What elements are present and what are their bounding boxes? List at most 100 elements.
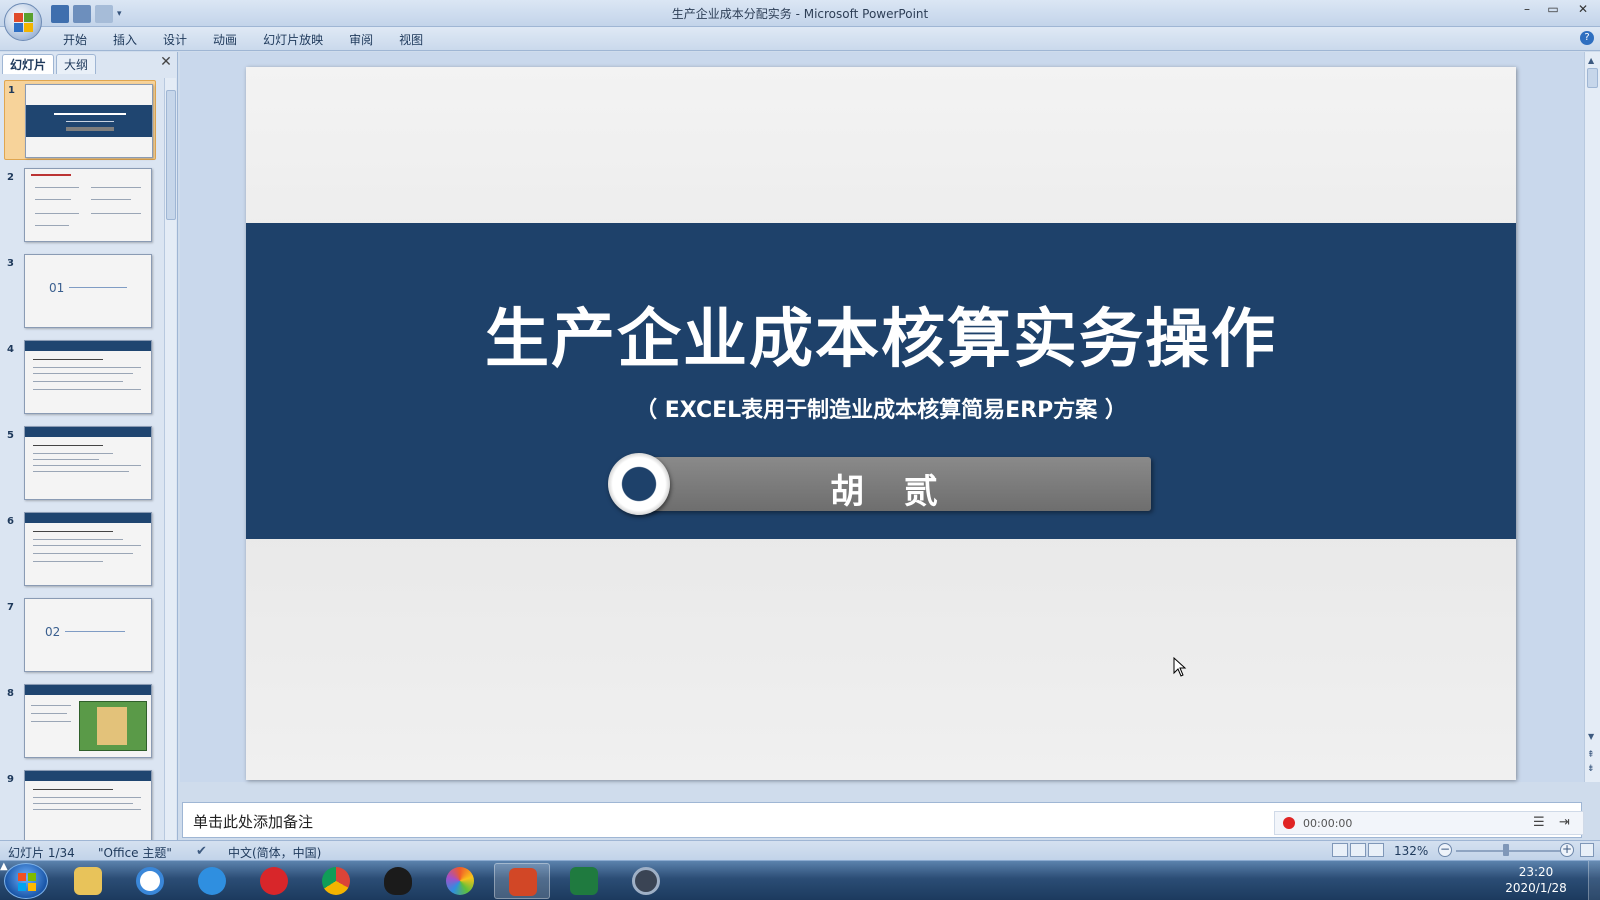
slide-thumbnail-1[interactable]: 1	[4, 80, 156, 160]
screen-recorder-widget: 00:00:00 ☰ ⇥	[1274, 811, 1584, 835]
next-slide-icon[interactable]: ⇟	[1587, 764, 1595, 774]
tab-insert[interactable]: 插入	[100, 31, 150, 49]
mouse-cursor-icon	[1173, 657, 1187, 677]
zoom-out-icon[interactable]: −	[1438, 843, 1452, 857]
clock-date: 2020/1/28	[1505, 881, 1567, 895]
slide-subtitle[interactable]: （ EXCEL表用于制造业成本核算简易ERP方案 ）	[246, 392, 1516, 424]
thumbnail-preview	[24, 426, 152, 500]
thumbnail-number: 1	[8, 85, 15, 96]
help-icon[interactable]: ?	[1580, 31, 1594, 45]
tab-view[interactable]: 视图	[386, 31, 436, 49]
slides-panel: 幻灯片 大纲 ✕ 1 2 3 01 4 5 6 7 02 8 9	[0, 52, 178, 840]
minimize-button[interactable]: –	[1514, 0, 1540, 20]
slide-canvas[interactable]: 生产企业成本核算实务操作 （ EXCEL表用于制造业成本核算简易ERP方案 ） …	[246, 67, 1516, 780]
thumbnail-preview: 01	[24, 254, 152, 328]
zoom-slider-handle[interactable]	[1503, 844, 1509, 856]
slideshow-view-icon[interactable]	[1368, 843, 1384, 857]
chat-icon	[198, 867, 226, 895]
scroll-down-icon[interactable]: ▼	[1588, 732, 1594, 741]
normal-view-icon[interactable]	[1332, 843, 1348, 857]
scroll-thumb[interactable]	[166, 90, 176, 220]
thumbnail-preview: 02	[24, 598, 152, 672]
show-desktop-button[interactable]	[1588, 861, 1600, 900]
thumbnail-preview	[24, 770, 152, 840]
slide-counter: 幻灯片 1/34	[8, 846, 75, 860]
taskbar-chrome[interactable]	[308, 863, 364, 899]
tab-slideshow[interactable]: 幻灯片放映	[250, 31, 336, 49]
close-button[interactable]: ✕	[1566, 0, 1600, 20]
ribbon-tabs: 开始 插入 设计 动画 幻灯片放映 审阅 视图	[50, 31, 436, 49]
taskbar-clock[interactable]: 23:20 2020/1/28	[1500, 864, 1572, 896]
thumbnail-section-number: 02	[45, 625, 61, 639]
view-buttons	[1332, 843, 1384, 857]
record-icon[interactable]	[1283, 817, 1295, 829]
tab-home[interactable]: 开始	[50, 31, 100, 49]
slide-thumbnail-9[interactable]: 9	[4, 770, 156, 840]
window-title: 生产企业成本分配实务 - Microsoft PowerPoint	[671, 7, 929, 21]
slide-thumbnail-6[interactable]: 6	[4, 512, 156, 592]
panel-close-icon[interactable]: ✕	[159, 54, 173, 70]
office-logo-icon	[14, 13, 34, 33]
thumbnail-preview	[24, 340, 152, 414]
theme-name: "Office 主题"	[98, 846, 172, 860]
slide-thumbnail-8[interactable]: 8	[4, 684, 156, 764]
taskbar-photos[interactable]	[122, 863, 178, 899]
slide-thumbnail-4[interactable]: 4	[4, 340, 156, 420]
taskbar-excel[interactable]	[556, 863, 612, 899]
thumbnail-number: 3	[7, 258, 14, 269]
taskbar-camera[interactable]	[618, 863, 674, 899]
fit-to-window-icon[interactable]	[1580, 843, 1594, 857]
thumbnail-number: 7	[7, 602, 14, 613]
taskbar-qq[interactable]	[370, 863, 426, 899]
chrome-icon	[322, 867, 350, 895]
zoom-in-icon[interactable]: +	[1560, 843, 1574, 857]
tab-review[interactable]: 审阅	[336, 31, 386, 49]
author-name[interactable]: 胡 贰	[631, 464, 1151, 513]
taskbar-chat[interactable]	[184, 863, 240, 899]
excel-icon	[570, 867, 598, 895]
thumbnail-number: 8	[7, 688, 14, 699]
tab-design[interactable]: 设计	[150, 31, 200, 49]
zoom-level[interactable]: 132%	[1394, 844, 1428, 858]
record-time: 00:00:00	[1303, 817, 1353, 830]
slide-thumbnail-7[interactable]: 7 02	[4, 598, 156, 678]
scroll-up-icon[interactable]: ▲	[1588, 56, 1594, 65]
window-controls: – ▭ ✕	[1514, 0, 1600, 20]
thumbnail-number: 2	[7, 172, 14, 183]
title-bar: ▾ 生产企业成本分配实务 - Microsoft PowerPoint – ▭ …	[0, 0, 1600, 27]
scroll-thumb[interactable]	[1587, 68, 1598, 88]
slide-thumbnail-3[interactable]: 3 01	[4, 254, 156, 334]
slide-sorter-view-icon[interactable]	[1350, 843, 1366, 857]
taskbar-powerpoint[interactable]	[494, 863, 550, 899]
panel-scrollbar[interactable]	[164, 78, 176, 840]
thumbnail-number: 9	[7, 774, 14, 785]
tab-slides[interactable]: 幻灯片	[2, 54, 55, 74]
spellcheck-icon[interactable]: ✔	[196, 844, 207, 859]
language-indicator[interactable]: 中文(简体，中国)	[228, 844, 321, 861]
windows-logo-icon	[18, 873, 36, 891]
clock-time: 23:20	[1518, 865, 1554, 879]
ribbon: 开始 插入 设计 动画 幻灯片放映 审阅 视图 ?	[0, 27, 1600, 51]
browser-icon	[446, 867, 474, 895]
slide-thumbnail-5[interactable]: 5	[4, 426, 156, 506]
show-hidden-icons-icon[interactable]: ▲	[0, 861, 1600, 872]
taskbar-netease-music[interactable]	[246, 863, 302, 899]
list-icon[interactable]: ☰	[1533, 815, 1545, 830]
start-button[interactable]	[4, 863, 48, 899]
restore-button[interactable]: ▭	[1540, 0, 1566, 20]
thumbnail-preview	[25, 84, 153, 158]
tab-outline[interactable]: 大纲	[56, 54, 97, 74]
thumbnail-preview	[24, 512, 152, 586]
exit-icon[interactable]: ⇥	[1559, 815, 1570, 830]
taskbar-explorer[interactable]	[60, 863, 116, 899]
status-bar: 幻灯片 1/34 "Office 主题" ✔ 中文(简体，中国) 132% − …	[0, 840, 1600, 860]
previous-slide-icon[interactable]: ⇞	[1587, 750, 1595, 760]
slide-thumbnail-2[interactable]: 2	[4, 168, 156, 248]
taskbar-browser[interactable]	[432, 863, 488, 899]
tab-animations[interactable]: 动画	[200, 31, 250, 49]
slide-title[interactable]: 生产企业成本核算实务操作	[246, 288, 1516, 380]
office-button[interactable]	[4, 3, 42, 41]
thumbnail-number: 4	[7, 344, 14, 355]
music-icon	[260, 867, 288, 895]
slide-scrollbar[interactable]: ▲ ▼ ⇞ ⇟	[1584, 52, 1600, 782]
